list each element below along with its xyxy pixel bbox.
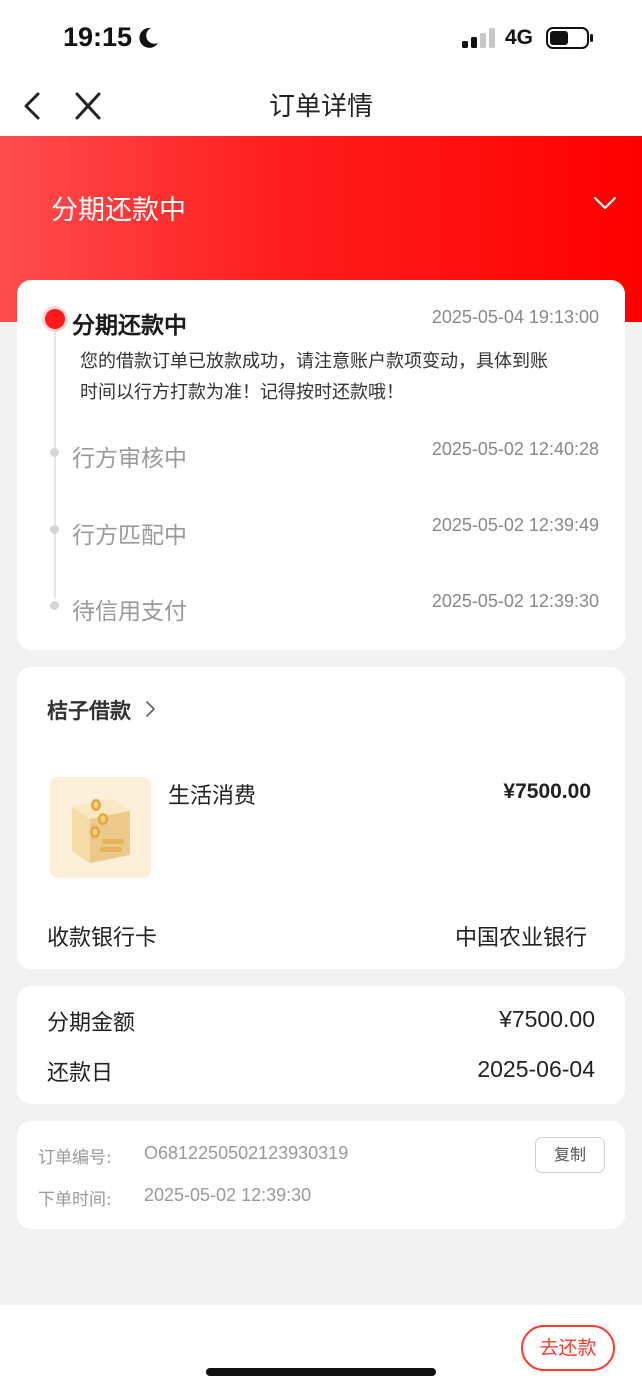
timeline-step-description: 您的借款订单已放款成功，请注意账户款项变动，具体到账 时间以行方打款为准！记得按…	[80, 346, 600, 408]
timeline-step-title: 分期还款中	[72, 313, 187, 339]
timeline-connector	[54, 322, 56, 598]
order-number-value: O6812250502123930319	[144, 1143, 349, 1163]
timeline-step-title: 行方匹配中	[72, 523, 187, 549]
bottom-action-bar: 去还款	[0, 1305, 642, 1389]
due-date-label: 还款日	[47, 1061, 114, 1086]
bank-card-value: 中国农业银行	[454, 926, 587, 951]
signal-icon	[462, 28, 495, 48]
battery-icon	[546, 27, 593, 49]
loan-product-card: 桔子借款 生活消费 ¥7500.00 收款银行卡 中国农业银行	[17, 667, 625, 969]
timeline-dot-active	[45, 309, 65, 329]
chevron-down-icon[interactable]	[592, 194, 618, 212]
timeline-step-time: 2025-05-02 12:39:30	[431, 591, 599, 611]
page-title: 订单详情	[268, 92, 373, 122]
navigation-bar: 订单详情	[0, 78, 642, 136]
loan-amount: ¥7500.00	[503, 780, 591, 803]
timeline-step-time: 2025-05-04 19:13:00	[431, 307, 599, 327]
order-time-value: 2025-05-02 12:39:30	[144, 1185, 312, 1205]
timeline-dot	[50, 525, 59, 534]
timeline-dot	[50, 448, 59, 457]
network-label: 4G	[505, 26, 534, 49]
product-thumbnail	[50, 777, 151, 878]
order-number-label: 订单编号:	[38, 1148, 112, 1168]
installment-amount-value: ¥7500.00	[499, 1006, 595, 1032]
status-header-title: 分期还款中	[51, 195, 186, 226]
description-line: 时间以行方打款为准！记得按时还款哦！	[80, 382, 404, 403]
timeline-step-time: 2025-05-02 12:39:49	[431, 515, 599, 535]
copy-order-number-button[interactable]: 复制	[535, 1137, 605, 1173]
loan-purpose: 生活消费	[168, 784, 257, 809]
bank-card-label: 收款银行卡	[47, 926, 158, 951]
timeline-step-title: 待信用支付	[72, 599, 187, 625]
repay-button[interactable]: 去还款	[521, 1325, 615, 1371]
order-time-label: 下单时间:	[38, 1190, 112, 1210]
installment-card: 分期金额 ¥7500.00 还款日 2025-06-04	[17, 986, 625, 1104]
coins-box-icon	[50, 777, 151, 878]
status-time: 19:15	[63, 22, 133, 52]
chevron-right-icon[interactable]	[145, 699, 157, 719]
product-name-link[interactable]: 桔子借款	[47, 695, 131, 725]
progress-timeline-card: 分期还款中 2025-05-04 19:13:00 您的借款订单已放款成功，请注…	[17, 280, 625, 650]
order-info-card: 订单编号: O6812250502123930319 复制 下单时间: 2025…	[17, 1121, 625, 1229]
installment-amount-label: 分期金额	[47, 1011, 136, 1036]
description-line: 您的借款订单已放款成功，请注意账户款项变动，具体到账	[80, 351, 548, 372]
timeline-dot	[50, 601, 59, 610]
timeline-step-title: 行方审核中	[72, 446, 187, 472]
due-date-value: 2025-06-04	[477, 1056, 595, 1082]
order-detail-page: 19:15 4G 订单详情 分期还款中 分期还款中 2025-05-04 19:…	[0, 0, 642, 1389]
moon-icon	[139, 27, 158, 48]
status-bar: 19:15 4G	[0, 0, 642, 78]
timeline-step-time: 2025-05-02 12:40:28	[431, 439, 599, 459]
home-indicator	[206, 1368, 436, 1376]
